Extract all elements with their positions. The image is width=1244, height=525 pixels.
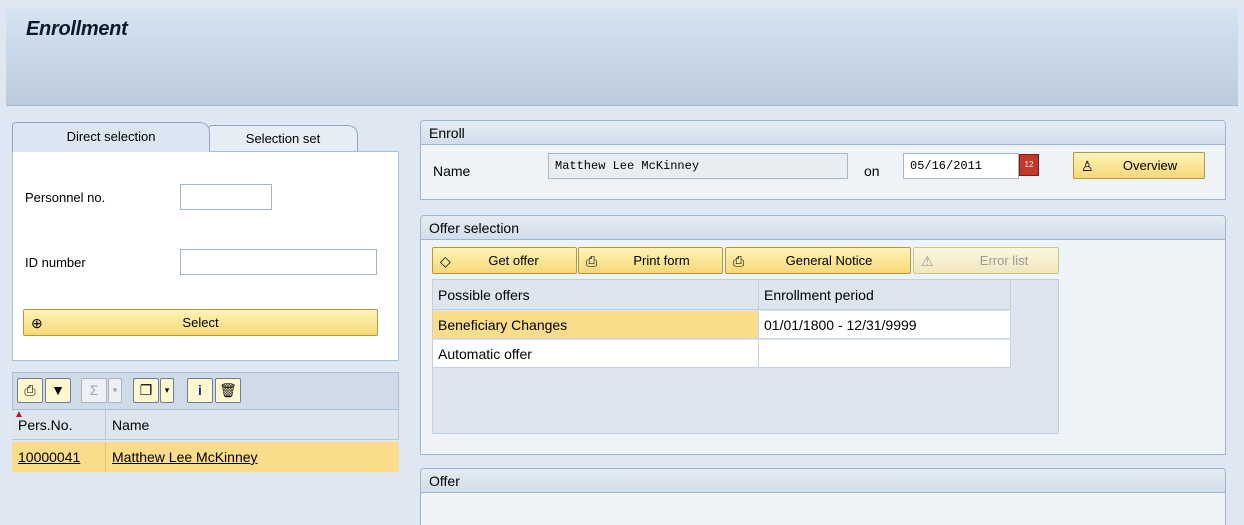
table-cell-name[interactable]: Matthew Lee McKinney xyxy=(106,442,399,472)
info-icon[interactable]: i xyxy=(187,378,213,403)
select-button-label: Select xyxy=(182,315,219,330)
overview-button[interactable]: ♙ Overview xyxy=(1073,152,1205,179)
column-header-name[interactable]: Name xyxy=(106,410,399,440)
select-button[interactable]: ⊕ Select xyxy=(23,309,378,336)
enroll-group: Enroll Name Matthew Lee McKinney on 05/1… xyxy=(420,120,1226,200)
page-title: Enrollment xyxy=(26,18,128,40)
calendar-icon[interactable]: 12 xyxy=(1019,154,1039,176)
on-label: on xyxy=(864,163,880,179)
column-header-possible-offers[interactable]: Possible offers xyxy=(433,280,759,310)
id-number-label: ID number xyxy=(25,255,86,270)
offer-cell[interactable]: Beneficiary Changes xyxy=(433,311,759,339)
offer-cell[interactable]: Automatic offer xyxy=(433,340,759,368)
print-icon: ⎙ xyxy=(733,253,745,269)
direct-selection-panel: Personnel no. ID number ⊕ Select xyxy=(12,151,399,361)
offer-group: Offer xyxy=(420,468,1226,525)
person-icon: ♙ xyxy=(1081,158,1094,174)
delete-icon[interactable]: 🗑 xyxy=(215,378,241,403)
date-input[interactable]: 05/16/2011 xyxy=(903,153,1019,179)
offers-table: Possible offers Enrollment period Benefi… xyxy=(432,279,1059,434)
personnel-no-input[interactable] xyxy=(180,184,272,210)
filter-icon[interactable]: ▼ xyxy=(45,378,71,403)
get-offer-button[interactable]: ◇ Get offer xyxy=(432,247,577,274)
application-toolbar xyxy=(6,58,1238,106)
offer-selection-title: Offer selection xyxy=(421,216,1225,240)
personnel-no-label: Personnel no. xyxy=(25,190,106,205)
id-number-input[interactable] xyxy=(180,249,377,275)
error-list-button[interactable]: ⚠ Error list xyxy=(913,247,1059,274)
execute-icon: ⊕ xyxy=(31,315,43,331)
layout-icon[interactable]: ❐ xyxy=(133,378,159,403)
enroll-group-title: Enroll xyxy=(421,121,1225,145)
table-cell-pers-no[interactable]: 10000041 xyxy=(12,442,106,472)
tab-selection-set[interactable]: Selection set xyxy=(208,125,358,152)
result-list-toolbar: ⎙ ▼ Σ ▾ ❐ ▾ i 🗑 xyxy=(12,372,399,410)
result-list: ▲ Pers.No. Name 10000041 Matthew Lee McK… xyxy=(12,409,399,525)
employee-name-field: Matthew Lee McKinney xyxy=(548,153,848,179)
tab-direct-selection[interactable]: Direct selection xyxy=(12,122,210,152)
period-cell[interactable]: 01/01/1800 - 12/31/9999 xyxy=(759,311,1011,339)
general-notice-button[interactable]: ⎙ General Notice xyxy=(725,247,911,274)
column-header-enrollment-period[interactable]: Enrollment period xyxy=(759,280,1011,310)
eraser-icon: ◇ xyxy=(440,253,451,269)
column-header-pers-no[interactable]: ▲ Pers.No. xyxy=(12,409,106,440)
warning-icon: ⚠ xyxy=(921,253,934,269)
chevron-down-icon[interactable]: ▾ xyxy=(160,378,174,403)
chevron-down-icon[interactable]: ▾ xyxy=(108,378,122,403)
sum-icon[interactable]: Σ xyxy=(81,378,107,403)
title-bar xyxy=(6,8,1238,58)
name-label: Name xyxy=(433,163,471,179)
offer-selection-group: Offer selection ◇ Get offer ⎙ Print form… xyxy=(420,215,1226,455)
sort-ascending-icon: ▲ xyxy=(14,409,24,420)
print-icon: ⎙ xyxy=(586,253,598,269)
print-form-button[interactable]: ⎙ Print form xyxy=(578,247,723,274)
period-cell[interactable] xyxy=(759,340,1011,368)
offer-group-title: Offer xyxy=(421,469,1225,493)
